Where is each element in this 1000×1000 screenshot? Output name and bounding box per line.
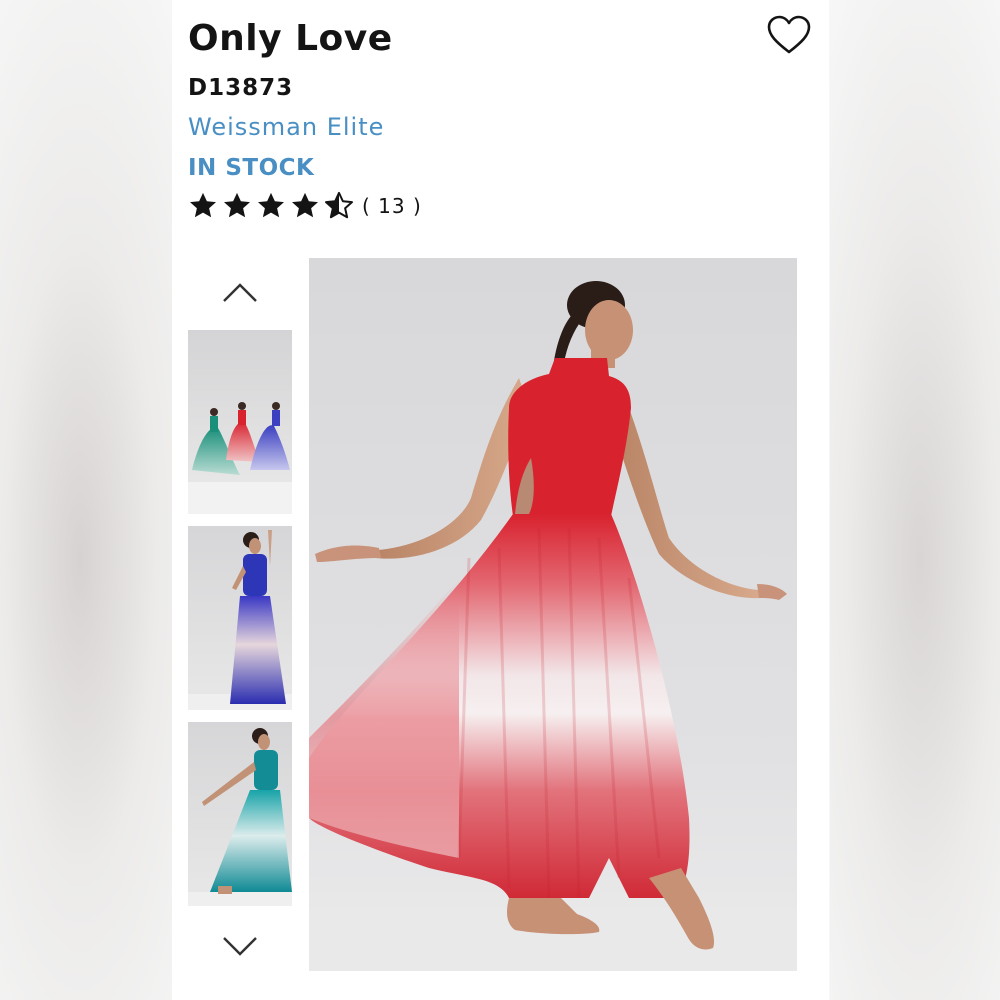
star-icon xyxy=(258,192,284,218)
heart-outline-icon[interactable] xyxy=(766,14,812,56)
stock-status: IN STOCK xyxy=(188,155,315,181)
chevron-down-icon[interactable] xyxy=(220,934,260,960)
thumbnail-blue[interactable] xyxy=(188,526,292,710)
page-backdrop-right xyxy=(830,0,1000,1000)
chevron-up-icon[interactable] xyxy=(220,279,260,305)
star-half-icon xyxy=(325,191,353,219)
product-card: Only Love D13873 Weissman Elite IN STOCK… xyxy=(172,0,829,1000)
rating-stars[interactable]: ( 13 ) xyxy=(188,190,422,222)
brand-link[interactable]: Weissman Elite xyxy=(188,113,384,141)
thumbnail-group[interactable] xyxy=(188,330,292,514)
product-sku: D13873 xyxy=(188,75,294,101)
review-count: ( 13 ) xyxy=(362,194,422,218)
star-icon xyxy=(292,192,318,218)
star-icon xyxy=(224,192,250,218)
thumbnail-teal[interactable] xyxy=(188,722,292,906)
product-title: Only Love xyxy=(188,18,393,59)
star-icon xyxy=(190,192,216,218)
main-product-image[interactable] xyxy=(309,258,797,971)
